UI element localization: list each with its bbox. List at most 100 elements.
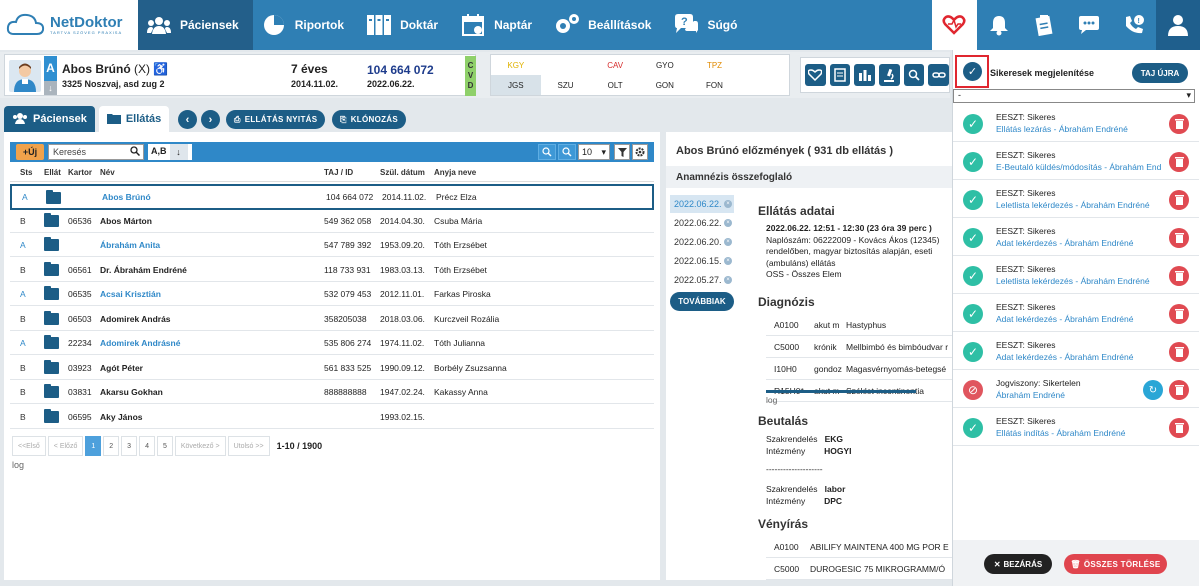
code-cell[interactable]: JGS [491,75,541,95]
per-page-select[interactable]: 10 ▾ [578,144,610,160]
pager-item[interactable]: 4 [139,436,155,456]
phone-alert-icon[interactable]: ! [1111,0,1156,50]
down-arrow-icon[interactable]: ↓ [44,81,57,95]
code-cell[interactable]: SZU [541,75,591,95]
user-icon[interactable] [1156,0,1200,50]
header-dob[interactable]: Szül. dátum [380,168,425,177]
prev-button[interactable]: ‹ [178,110,197,129]
delete-icon[interactable] [1169,380,1189,400]
delete-icon[interactable] [1169,228,1189,248]
table-row[interactable]: B 06561 Dr. Ábrahám Endréné 118 733 931 1983… [10,258,654,282]
app-logo[interactable]: NetDoktor TARTVA SZÖVEG PRAXISA [0,0,138,50]
code-cell[interactable]: OLT [590,75,640,95]
pager-item[interactable]: < Előző [47,436,84,456]
delete-icon[interactable] [1169,114,1189,134]
delete-icon[interactable] [1169,342,1189,362]
notification-detail[interactable]: Leletlista lekérdezés - Ábrahám Endréné [996,276,1161,286]
tab-ellatas[interactable]: Ellátás [98,106,170,132]
show-success-toggle[interactable]: ✓ [955,55,989,88]
delete-icon[interactable] [1169,190,1189,210]
folder-icon[interactable] [44,286,59,300]
notification-detail[interactable]: Adat lekérdezés - Ábrahám Endréné [996,314,1161,324]
date-item[interactable]: 2022.05.27. × [670,271,734,289]
refresh-icon[interactable]: ↻ [1143,380,1163,400]
code-cell[interactable]: FON [690,75,740,95]
prescription-row[interactable]: A0100 ABILIFY MAINTENA 400 MG POR E [766,536,952,558]
notification-detail[interactable]: Ellátás lezárás - Ábrahám Endréné [996,124,1161,134]
delete-all-button[interactable]: 🗑 ÖSSZES TÖRLÉSE [1064,554,1167,574]
pager-item[interactable]: Utolsó >> [227,436,270,456]
table-row[interactable]: B 06595 Aky János 1993.02.15. [10,405,654,429]
filter-icon[interactable] [614,144,630,160]
pager-item[interactable]: Következő > [174,436,226,456]
notification-detail[interactable]: Ellátás indítás - Ábrahám Endréné [996,428,1161,438]
gear-icon[interactable] [632,144,648,160]
nav-riportok[interactable]: Riportok [253,0,358,50]
date-item[interactable]: 2022.06.15. × [670,252,734,270]
nav-doktar[interactable]: Doktár [358,0,452,50]
code-cell[interactable]: CAV [590,55,640,75]
table-row[interactable]: A 06535 Acsai Krisztián 532 079 453 2012.11.… [10,282,654,306]
heart-monitor-icon[interactable] [805,64,826,86]
eeszt-heart-icon[interactable] [932,0,977,50]
sort-select[interactable]: A,B ↓ [148,144,192,160]
delete-icon[interactable] [1169,418,1189,438]
code-cell[interactable] [541,55,591,75]
new-patient-button[interactable]: +Új [16,144,44,160]
delete-icon[interactable] [1169,304,1189,324]
delete-icon[interactable] [1169,152,1189,172]
microscope-icon[interactable] [879,64,900,86]
nav-pacients[interactable]: Páciensek [138,0,253,50]
folder-icon[interactable] [44,310,59,325]
search-input[interactable]: Keresés [48,144,144,160]
document-icon[interactable] [829,64,851,86]
search-zoom-icon[interactable] [903,64,925,86]
header-kartor[interactable]: Kartor [68,168,92,177]
folder-icon[interactable] [44,359,59,374]
delete-icon[interactable] [1169,266,1189,286]
table-row[interactable]: A Abos Brúnó 104 664 072 2014.11.02. Précz E… [10,184,654,210]
nav-sugo[interactable]: ? Súgó [665,0,751,50]
patient-info[interactable]: A ↓ Abos Brúnó (X) ♿ 3325 Noszvaj, asd z… [4,54,476,96]
table-row[interactable]: B 06536 Abos Márton 549 362 058 2014.04.30. C… [10,209,654,233]
code-cell[interactable]: KGY [491,55,541,75]
open-care-button[interactable]: ⎙ ELLÁTÁS NYITÁS [226,110,326,129]
scroll-progress[interactable] [766,390,916,393]
header-mother[interactable]: Anyja neve [434,168,476,177]
code-cell[interactable] [739,55,789,75]
pager-item[interactable]: 5 [156,436,173,456]
table-row[interactable]: A Ábrahám Anita 547 789 392 1953.09.20. Tóth… [10,233,654,257]
notification-detail[interactable]: Ábrahám Endréné [996,390,1161,400]
log-link[interactable]: log [12,460,24,470]
tab-pacients[interactable]: Páciensek [4,106,95,132]
header-sts[interactable]: Sts [20,168,32,177]
folder-icon[interactable] [44,408,59,423]
link-icon[interactable] [928,64,950,86]
folder-icon[interactable] [44,261,59,276]
close-icon[interactable]: × [724,238,732,246]
notification-detail[interactable]: Adat lekérdezés - Ábrahám Endréné [996,238,1161,248]
notification-detail[interactable]: E-Beutaló küldés/módosítás - Ábrahám End… [996,162,1161,172]
close-icon[interactable]: × [724,276,732,284]
date-item[interactable]: 2022.06.22. × [670,214,734,232]
diagnosis-row[interactable]: I10H0 gondoz Magasvérnyomás-betegsé [766,358,952,380]
eeszt-filter-select[interactable]: - ▾ [953,89,1195,103]
code-cell[interactable]: GYO [640,55,690,75]
clipboard-icon[interactable] [1022,0,1067,50]
close-icon[interactable]: × [724,219,732,227]
pager-item[interactable]: 1 [85,436,102,456]
header-nev[interactable]: Név [100,168,115,177]
notification-detail[interactable]: Leletlista lekérdezés - Ábrahám Endréné [996,200,1161,210]
pager-item[interactable]: 3 [121,436,138,456]
chat-icon[interactable] [1066,0,1111,50]
nav-naptar[interactable]: Naptár [452,0,546,50]
folder-icon[interactable] [44,335,59,349]
table-row[interactable]: A 22234 Adomirek Andrásné 535 806 274 1974.1… [10,331,654,355]
taj-retry-button[interactable]: TAJ ÚJRA [1132,63,1188,83]
chart-icon[interactable] [854,64,876,86]
table-row[interactable]: B 03923 Agót Péter 561 833 525 1990.09.12. Bo… [10,356,654,380]
more-button[interactable]: TOVÁBBIAK [670,292,734,311]
header-ellat[interactable]: Ellát [44,168,61,177]
history-log-link[interactable]: log [766,395,952,407]
zoom-in-icon[interactable] [538,144,556,160]
